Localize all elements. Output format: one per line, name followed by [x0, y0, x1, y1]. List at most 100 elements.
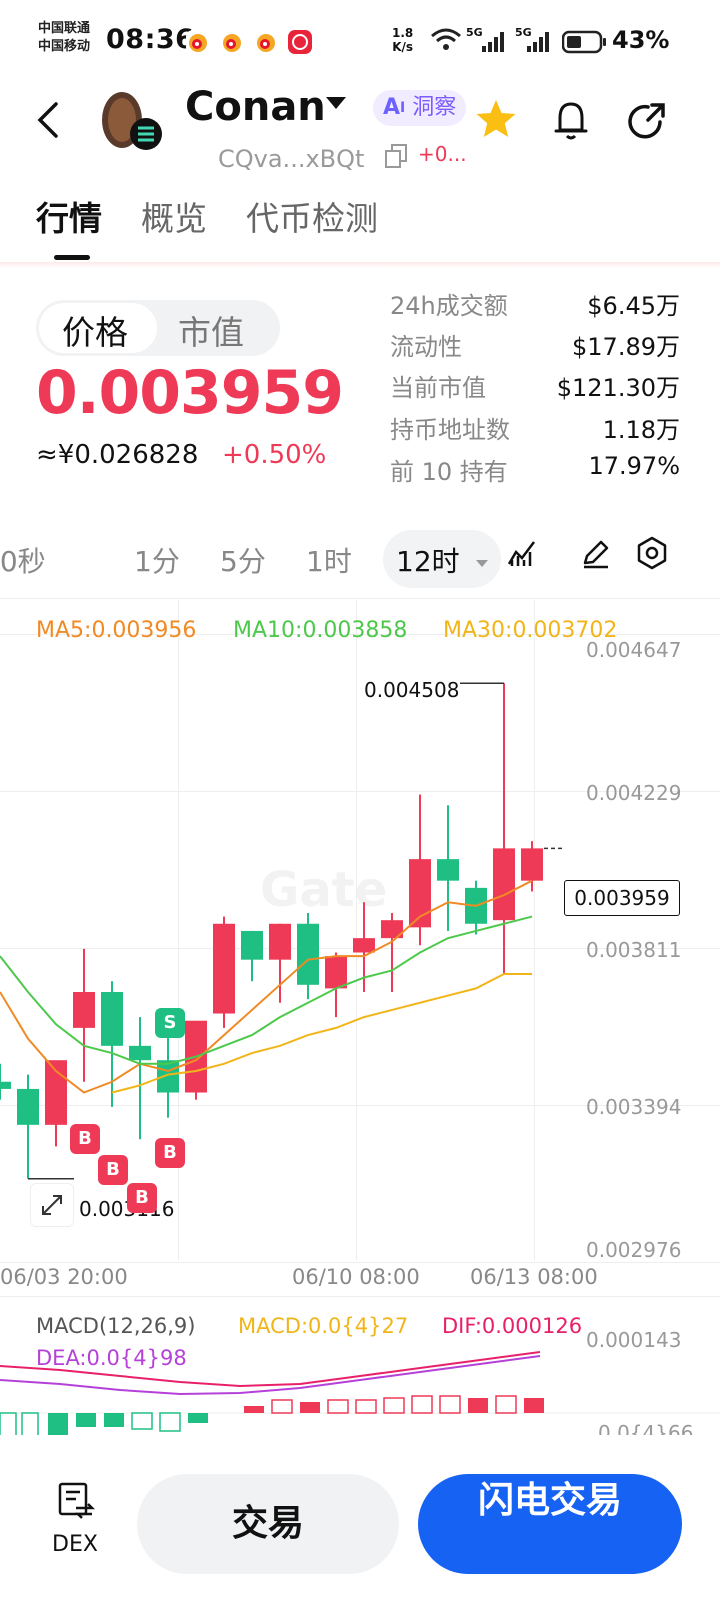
candle	[465, 880, 487, 935]
stat-value: $6.45万	[587, 292, 680, 320]
grid-line	[0, 1262, 720, 1263]
carrier-info: 中国联通 中国移动	[38, 20, 90, 56]
sell-tag[interactable]: S	[155, 1008, 185, 1038]
toggle-price[interactable]: 价格	[62, 306, 128, 354]
stat-value: 1.18万	[602, 416, 680, 444]
last-price-marker: 0.003959	[564, 880, 680, 916]
candle	[101, 981, 123, 1107]
back-icon[interactable]	[34, 100, 64, 144]
interval-1m[interactable]: 1分	[134, 540, 180, 580]
buy-tag[interactable]: B	[98, 1155, 128, 1185]
battery-level: 43%	[612, 26, 670, 54]
interval-5m[interactable]: 5分	[220, 540, 266, 580]
weibo-icon	[186, 30, 210, 54]
copy-icon[interactable]	[384, 143, 408, 173]
cny-price: ≈¥0.026828	[36, 440, 199, 470]
x-tick: 06/13 08:00	[470, 1265, 598, 1289]
candle-body	[297, 923, 319, 985]
y-tick: 0.004229	[586, 781, 682, 805]
stat-value: $121.30万	[556, 374, 680, 402]
carrier-2: 中国移动	[38, 39, 91, 54]
toggle-mcap[interactable]: 市值	[178, 306, 244, 354]
stat-value: $17.89万	[572, 333, 680, 361]
dif-value: DIF:0.000126	[442, 1314, 583, 1338]
candle-body	[521, 848, 543, 881]
macd-title: MACD(12,26,9)	[36, 1314, 196, 1338]
candle	[297, 912, 319, 1000]
stat-value: 17.97%	[588, 452, 680, 480]
ai-insight-label: 洞察	[412, 95, 457, 120]
candle-body	[241, 930, 263, 960]
tab-market[interactable]: 行情	[36, 192, 102, 240]
ai-icon: AI	[383, 95, 406, 120]
stat-label: 当前市值	[390, 374, 486, 402]
ai-insight-button[interactable]: AI 洞察	[373, 90, 467, 126]
dex-label[interactable]: DEX	[52, 1532, 98, 1557]
ma5-label: MA5:0.003956	[36, 618, 197, 643]
macd-divider	[0, 1296, 720, 1297]
wifi-icon	[430, 28, 462, 56]
net-speed-value: 1.8	[392, 26, 414, 40]
candle	[129, 1017, 151, 1140]
candle	[45, 1060, 67, 1147]
y-tick: 0.004647	[586, 638, 682, 662]
buy-tag[interactable]: B	[127, 1183, 157, 1213]
tab-token-check[interactable]: 代币检测	[246, 192, 378, 240]
macd-histogram	[0, 1395, 544, 1440]
x-tick: 06/03 20:00	[0, 1265, 128, 1289]
shopping-app-icon	[288, 30, 312, 54]
macd-value: MACD:0.0{4}27	[238, 1314, 409, 1338]
high-price-label: 0.004508	[364, 678, 460, 702]
stat-label: 24h成交额	[390, 292, 508, 320]
candle	[381, 912, 403, 992]
candle	[17, 1074, 39, 1179]
token-name[interactable]: Conan	[185, 84, 326, 130]
battery-icon	[561, 30, 608, 58]
buy-tag[interactable]: B	[155, 1138, 185, 1168]
candle-body	[493, 848, 515, 921]
chart-divider	[0, 598, 720, 599]
draw-pen-icon[interactable]	[580, 538, 612, 574]
flash-trade-button[interactable]: 闪电交易	[418, 1474, 682, 1574]
tab-indicator	[54, 255, 90, 260]
star-icon[interactable]	[474, 98, 518, 144]
interval-30s[interactable]: 30秒	[0, 540, 46, 580]
candle	[0, 1063, 11, 1100]
share-icon[interactable]	[626, 100, 668, 146]
caret-down-icon[interactable]	[326, 96, 346, 115]
ma10-line	[0, 915, 533, 1065]
token-avatar	[100, 90, 164, 154]
ma5-line	[0, 879, 533, 1094]
candle-body	[157, 1060, 179, 1093]
candle-body	[17, 1088, 39, 1125]
x-tick: 06/10 08:00	[292, 1265, 420, 1289]
status-time: 08:36	[106, 24, 195, 55]
candle-body	[353, 938, 375, 953]
interval-12h[interactable]: 12时	[396, 540, 460, 580]
y-tick: 0.003394	[586, 1095, 682, 1119]
buy-tag[interactable]: B	[70, 1124, 100, 1154]
tab-overview[interactable]: 概览	[141, 192, 207, 240]
candle	[213, 916, 235, 1028]
expand-icon[interactable]	[30, 1183, 74, 1227]
address-change: +0...	[418, 142, 467, 166]
carrier-1: 中国联通	[38, 21, 91, 36]
signal-icon	[525, 30, 553, 58]
candle	[493, 683, 515, 975]
y-tick: 0.002976	[586, 1238, 682, 1262]
bell-icon[interactable]	[552, 98, 590, 146]
indicator-icon[interactable]	[506, 538, 538, 572]
net-speed-unit: K/s	[392, 40, 414, 54]
trade-button[interactable]: 交易	[137, 1474, 399, 1574]
net-speed: 1.8 K/s	[392, 26, 413, 54]
dex-icon[interactable]	[56, 1480, 96, 1524]
settings-icon[interactable]	[636, 536, 668, 574]
stat-label: 流动性	[390, 333, 462, 361]
header-divider	[0, 262, 720, 268]
candle-body	[0, 1081, 11, 1089]
caret-down-icon[interactable]	[476, 553, 488, 572]
signal-icon	[480, 30, 508, 58]
interval-1h[interactable]: 1时	[306, 540, 352, 580]
candle-body	[269, 923, 291, 960]
candle	[241, 930, 263, 982]
